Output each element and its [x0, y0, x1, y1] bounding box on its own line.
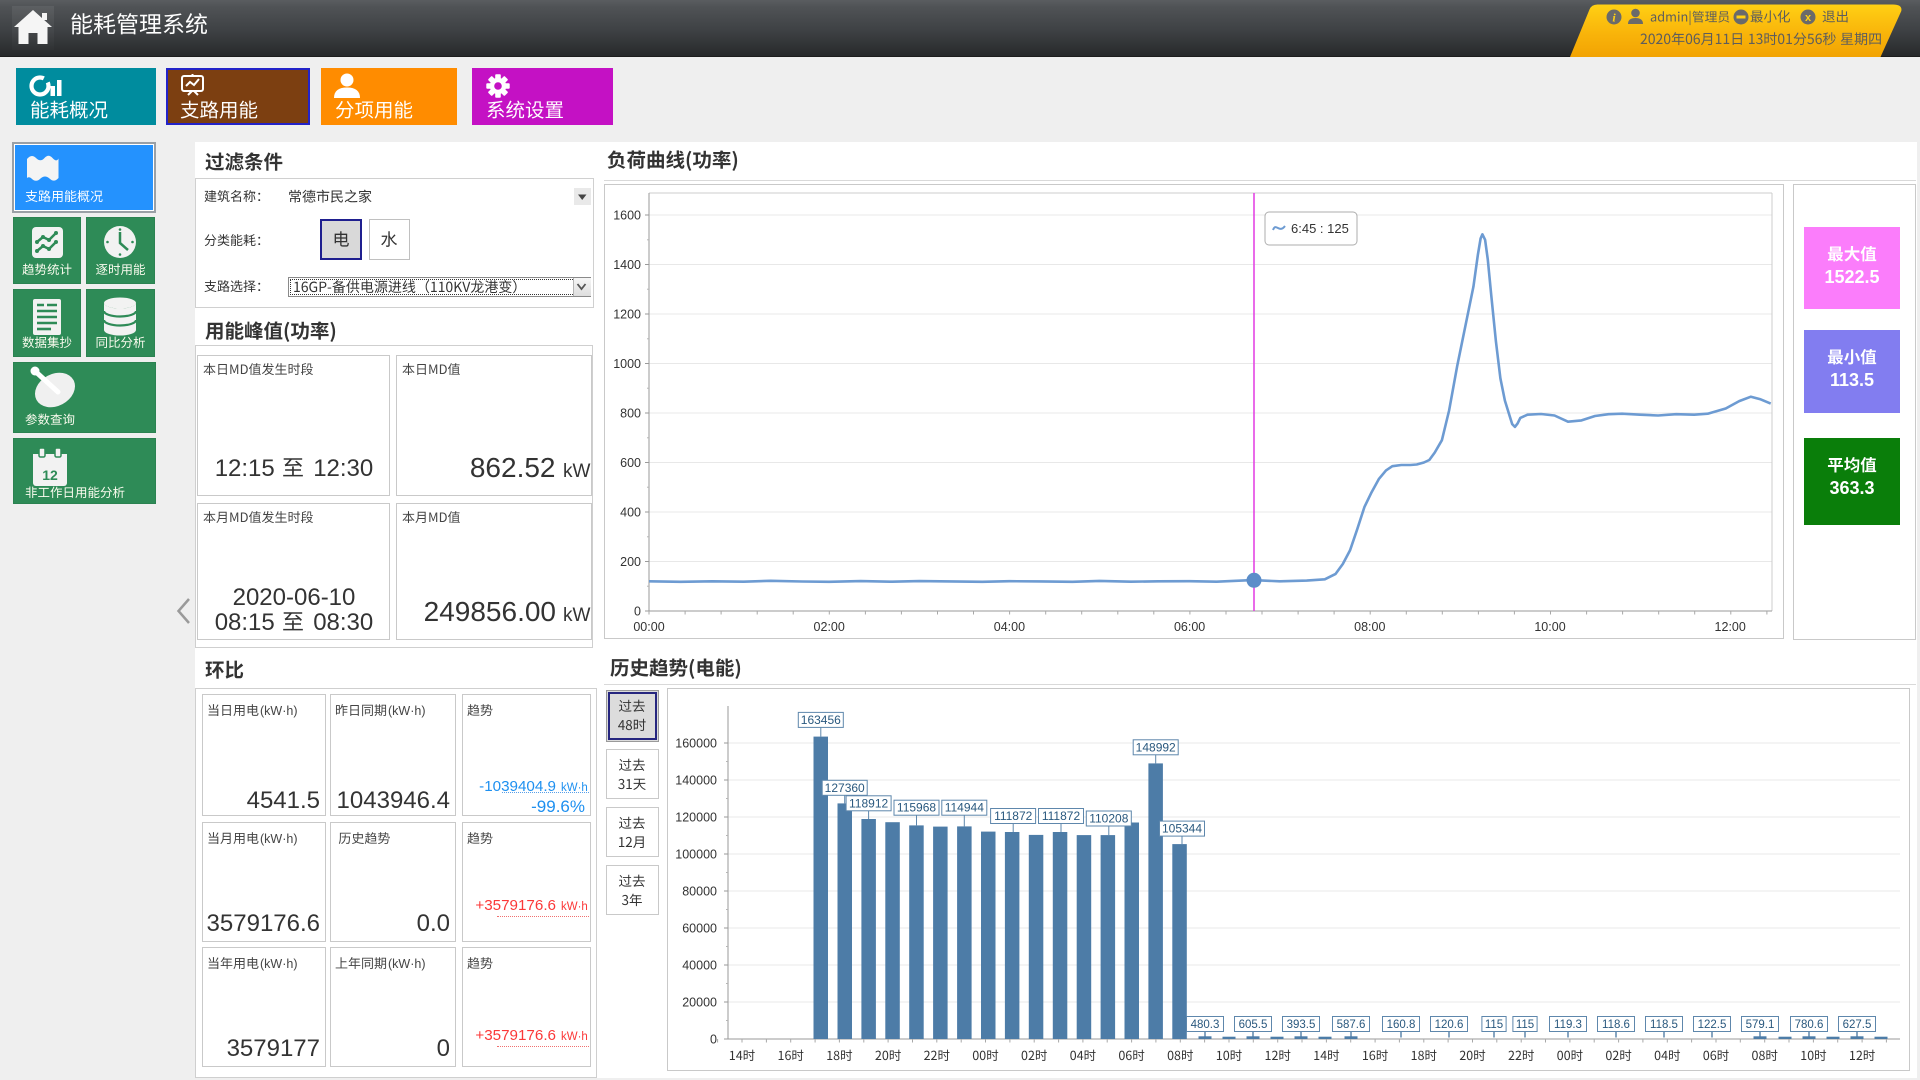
svg-text:08:30: 08:30: [313, 609, 373, 636]
svg-text:780.6: 780.6: [1795, 1019, 1824, 1031]
svg-text:0: 0: [437, 1035, 450, 1062]
svg-text:249856.00: 249856.00: [424, 596, 556, 627]
svg-text:kW·h: kW·h: [561, 901, 588, 913]
svg-text:587.6: 587.6: [1337, 1019, 1366, 1031]
svg-text:110208: 110208: [1089, 812, 1128, 826]
svg-text:08:00: 08:00: [1354, 620, 1385, 634]
svg-text:163456: 163456: [801, 713, 841, 727]
svg-text:10:00: 10:00: [1534, 620, 1565, 634]
svg-text:-1039404.9: -1039404.9: [479, 778, 556, 795]
svg-text:200: 200: [620, 555, 641, 569]
svg-text:+3579176.6: +3579176.6: [475, 1027, 556, 1044]
svg-text:115: 115: [1485, 1019, 1503, 1031]
svg-text:122.5: 122.5: [1698, 1019, 1727, 1031]
svg-text:862.52: 862.52: [470, 452, 556, 483]
svg-text:(kW·h): (kW·h): [388, 704, 426, 718]
svg-text:kW: kW: [563, 461, 591, 482]
svg-text:140000: 140000: [675, 774, 717, 788]
svg-text:160.8: 160.8: [1387, 1019, 1416, 1031]
svg-text:111872: 111872: [994, 809, 1033, 823]
svg-text:100000: 100000: [675, 848, 717, 862]
svg-text:(kW·h): (kW·h): [388, 957, 426, 971]
svg-text:627.5: 627.5: [1843, 1019, 1872, 1031]
svg-text:40000: 40000: [682, 959, 717, 973]
svg-text:1400: 1400: [613, 258, 641, 272]
svg-text:-99.6%: -99.6%: [531, 797, 585, 816]
svg-text:127360: 127360: [825, 781, 865, 795]
svg-text:20000: 20000: [682, 996, 717, 1010]
svg-text:kW·h: kW·h: [561, 782, 588, 794]
svg-text:1000: 1000: [613, 357, 641, 371]
svg-text:800: 800: [620, 407, 641, 421]
svg-text:118.5: 118.5: [1650, 1019, 1678, 1031]
svg-text:114944: 114944: [945, 801, 984, 815]
svg-text:0.0: 0.0: [417, 910, 450, 937]
svg-text:115968: 115968: [897, 801, 936, 815]
svg-text:605.5: 605.5: [1239, 1019, 1268, 1031]
svg-text:600: 600: [620, 456, 641, 470]
svg-text:393.5: 393.5: [1287, 1019, 1316, 1031]
svg-text:06:00: 06:00: [1174, 620, 1205, 634]
svg-text:2020-06-10: 2020-06-10: [233, 584, 356, 611]
svg-text:1200: 1200: [613, 308, 641, 322]
svg-text:80000: 80000: [682, 885, 717, 899]
svg-text:119.3: 119.3: [1554, 1019, 1582, 1031]
svg-text:(kW·h): (kW·h): [260, 704, 298, 718]
svg-text:118.6: 118.6: [1602, 1019, 1630, 1031]
svg-text:(kW·h): (kW·h): [260, 957, 298, 971]
svg-text:12:00: 12:00: [1715, 620, 1746, 634]
svg-text:4541.5: 4541.5: [247, 787, 320, 814]
svg-text:363.3: 363.3: [1829, 478, 1874, 498]
svg-text:113.5: 113.5: [1830, 370, 1874, 390]
svg-text:115: 115: [1516, 1019, 1534, 1031]
svg-text:400: 400: [620, 506, 641, 520]
svg-text:148992: 148992: [1136, 740, 1176, 754]
svg-text:0: 0: [634, 605, 641, 619]
svg-text:12: 12: [42, 467, 58, 483]
svg-text:00:00: 00:00: [633, 620, 664, 634]
svg-text:579.1: 579.1: [1746, 1019, 1775, 1031]
svg-text:1522.5: 1522.5: [1824, 267, 1879, 287]
svg-text:12:30: 12:30: [313, 455, 373, 482]
svg-text:111872: 111872: [1042, 809, 1081, 823]
svg-text:105344: 105344: [1162, 822, 1202, 836]
svg-text:kW: kW: [563, 605, 591, 626]
svg-text:x: x: [1805, 12, 1812, 24]
svg-text:60000: 60000: [682, 922, 717, 936]
svg-text:(kW·h): (kW·h): [260, 832, 298, 846]
svg-text:480.3: 480.3: [1191, 1019, 1220, 1031]
svg-text:1600: 1600: [613, 209, 641, 223]
svg-text:kW·h: kW·h: [561, 1031, 588, 1043]
svg-text:6:45 : 125: 6:45 : 125: [1291, 221, 1349, 236]
svg-text:120000: 120000: [675, 811, 717, 825]
svg-text:3579176.6: 3579176.6: [207, 910, 320, 937]
svg-text:+3579176.6: +3579176.6: [475, 897, 556, 914]
svg-text:118912: 118912: [849, 796, 888, 810]
svg-text:08:15: 08:15: [215, 609, 275, 636]
svg-text:0: 0: [710, 1033, 717, 1047]
svg-text:3579177: 3579177: [227, 1035, 320, 1062]
svg-text:1043946.4: 1043946.4: [337, 787, 450, 814]
svg-text:04:00: 04:00: [994, 620, 1025, 634]
svg-text:120.6: 120.6: [1435, 1019, 1464, 1031]
svg-text:160000: 160000: [675, 737, 717, 751]
svg-text:12:15: 12:15: [215, 455, 275, 482]
svg-text:02:00: 02:00: [814, 620, 845, 634]
